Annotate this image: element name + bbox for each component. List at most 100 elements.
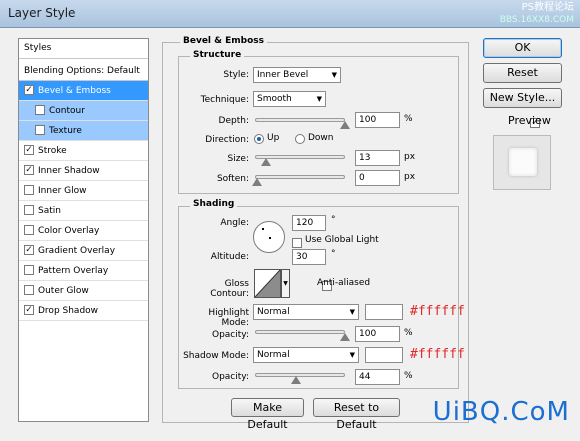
- watermark-top-line2: BBS.16XX8.COM: [499, 15, 574, 25]
- use-global-light-label: Use Global Light: [305, 235, 379, 245]
- checkbox-texture[interactable]: [35, 124, 45, 135]
- technique-select[interactable]: Smooth ▼: [253, 91, 326, 107]
- sidebar-item-label: Satin: [38, 206, 61, 216]
- make-default-button[interactable]: Make Default: [231, 398, 304, 431]
- watermark-top-line1: PS教程论坛: [521, 2, 574, 13]
- preview-thumbnail: [493, 135, 551, 190]
- shadow-mode-select[interactable]: Normal ▼: [253, 347, 359, 363]
- angle-dial[interactable]: [253, 221, 285, 253]
- contour-curve-icon: [254, 269, 281, 298]
- depth-slider[interactable]: [255, 118, 345, 122]
- gloss-contour-swatch[interactable]: [254, 269, 281, 298]
- highlight-opacity-unit: %: [404, 328, 413, 338]
- new-style-button[interactable]: New Style...: [483, 88, 562, 108]
- checkbox-stroke[interactable]: ✓: [24, 144, 34, 155]
- highlight-mode-select[interactable]: Normal ▼: [253, 304, 359, 320]
- sidebar-item-texture[interactable]: Texture: [19, 121, 148, 141]
- sidebar-item-label: Gradient Overlay: [38, 246, 116, 256]
- direction-down-label: Down: [308, 133, 334, 143]
- altitude-field[interactable]: 30: [292, 249, 326, 265]
- checkbox-satin[interactable]: [24, 204, 34, 215]
- direction-down-radio[interactable]: [295, 134, 305, 144]
- technique-select-value: Smooth: [257, 94, 292, 104]
- depth-label: Depth:: [218, 116, 249, 126]
- shadow-opacity-unit: %: [404, 371, 413, 381]
- highlight-color-swatch[interactable]: [365, 304, 403, 320]
- checkbox-outer-glow[interactable]: [24, 284, 34, 295]
- altitude-label: Altitude:: [210, 252, 249, 262]
- altitude-unit: °: [331, 249, 336, 259]
- reset-button[interactable]: Reset: [483, 63, 562, 83]
- checkbox-gradient-overlay[interactable]: ✓: [24, 244, 34, 255]
- checkbox-contour[interactable]: [35, 104, 45, 115]
- highlight-opacity-thumb[interactable]: [340, 333, 350, 341]
- window-title: Layer Style: [8, 6, 76, 20]
- sidebar-item-satin[interactable]: Satin: [19, 201, 148, 221]
- highlight-opacity-label: Opacity:: [212, 330, 249, 340]
- watermark-top: PS教程论坛 BBS.16XX8.COM: [500, 2, 574, 26]
- checkbox-bevel-emboss[interactable]: ✓: [24, 84, 34, 95]
- style-select[interactable]: Inner Bevel ▼: [253, 67, 341, 83]
- checkbox-inner-shadow[interactable]: ✓: [24, 164, 34, 175]
- sidebar-item-gradient-overlay[interactable]: ✓ Gradient Overlay: [19, 241, 148, 261]
- shadow-opacity-label: Opacity:: [212, 372, 249, 382]
- sidebar-item-label: Contour: [49, 106, 85, 116]
- size-slider-thumb[interactable]: [261, 158, 271, 166]
- sidebar-item-label: Drop Shadow: [38, 306, 99, 316]
- angle-label: Angle:: [220, 218, 249, 228]
- anti-aliased-label: Anti-aliased: [317, 278, 371, 288]
- sidebar-item-label: Stroke: [38, 146, 67, 156]
- sidebar-item-label: Inner Glow: [38, 186, 87, 196]
- sidebar-item-inner-shadow[interactable]: ✓ Inner Shadow: [19, 161, 148, 181]
- sidebar-item-inner-glow[interactable]: Inner Glow: [19, 181, 148, 201]
- reset-to-default-button[interactable]: Reset to Default: [313, 398, 400, 431]
- shadow-hex-annotation: #ffffff: [410, 347, 465, 362]
- ok-button[interactable]: OK: [483, 38, 562, 58]
- highlight-opacity-field[interactable]: 100: [355, 326, 400, 342]
- checkbox-inner-glow[interactable]: [24, 184, 34, 195]
- size-field[interactable]: 13: [355, 150, 400, 166]
- use-global-light-checkbox[interactable]: [292, 238, 302, 248]
- technique-label: Technique:: [200, 95, 249, 105]
- depth-slider-thumb[interactable]: [340, 121, 350, 129]
- checkbox-color-overlay[interactable]: [24, 224, 34, 235]
- highlight-opacity-slider[interactable]: [255, 330, 345, 334]
- highlight-hex-annotation: #ffffff: [410, 304, 465, 319]
- sidebar-item-pattern-overlay[interactable]: Pattern Overlay: [19, 261, 148, 281]
- shadow-opacity-thumb[interactable]: [291, 376, 301, 384]
- structure-title: Structure: [190, 50, 245, 60]
- gloss-contour-label: Gloss Contour:: [210, 279, 249, 299]
- blending-options-item[interactable]: Blending Options: Default: [19, 61, 148, 81]
- shadow-mode-label: Shadow Mode:: [183, 351, 249, 361]
- chevron-down-icon: ▼: [349, 351, 355, 359]
- shadow-color-swatch[interactable]: [365, 347, 403, 363]
- checkbox-drop-shadow[interactable]: ✓: [24, 304, 34, 315]
- sidebar-item-stroke[interactable]: ✓ Stroke: [19, 141, 148, 161]
- sidebar-item-label: Color Overlay: [38, 226, 100, 236]
- sidebar-item-label: Texture: [49, 126, 82, 136]
- angle-field[interactable]: 120: [292, 215, 326, 231]
- gloss-contour-dropdown[interactable]: ▼: [281, 269, 290, 298]
- sidebar-item-color-overlay[interactable]: Color Overlay: [19, 221, 148, 241]
- direction-up-radio[interactable]: [254, 134, 264, 144]
- sidebar-item-drop-shadow[interactable]: ✓ Drop Shadow: [19, 301, 148, 321]
- depth-field[interactable]: 100: [355, 112, 400, 128]
- checkbox-pattern-overlay[interactable]: [24, 264, 34, 275]
- soften-unit: px: [404, 172, 416, 182]
- sidebar-item-label: Inner Shadow: [38, 166, 100, 176]
- soften-slider[interactable]: [255, 175, 345, 179]
- direction-label: Direction:: [205, 135, 249, 145]
- angle-dial-center: [269, 237, 271, 239]
- style-label: Style:: [223, 70, 249, 80]
- soften-field[interactable]: 0: [355, 170, 400, 186]
- sidebar-item-label: Bevel & Emboss: [38, 86, 111, 96]
- sidebar-item-outer-glow[interactable]: Outer Glow: [19, 281, 148, 301]
- size-label: Size:: [227, 154, 249, 164]
- soften-slider-thumb[interactable]: [252, 178, 262, 186]
- sidebar-item-contour[interactable]: Contour: [19, 101, 148, 121]
- sidebar-item-bevel-emboss[interactable]: ✓ Bevel & Emboss: [19, 81, 148, 101]
- shading-title: Shading: [190, 199, 238, 209]
- styles-header[interactable]: Styles: [19, 39, 148, 59]
- shadow-opacity-field[interactable]: 44: [355, 369, 400, 385]
- depth-unit: %: [404, 114, 413, 124]
